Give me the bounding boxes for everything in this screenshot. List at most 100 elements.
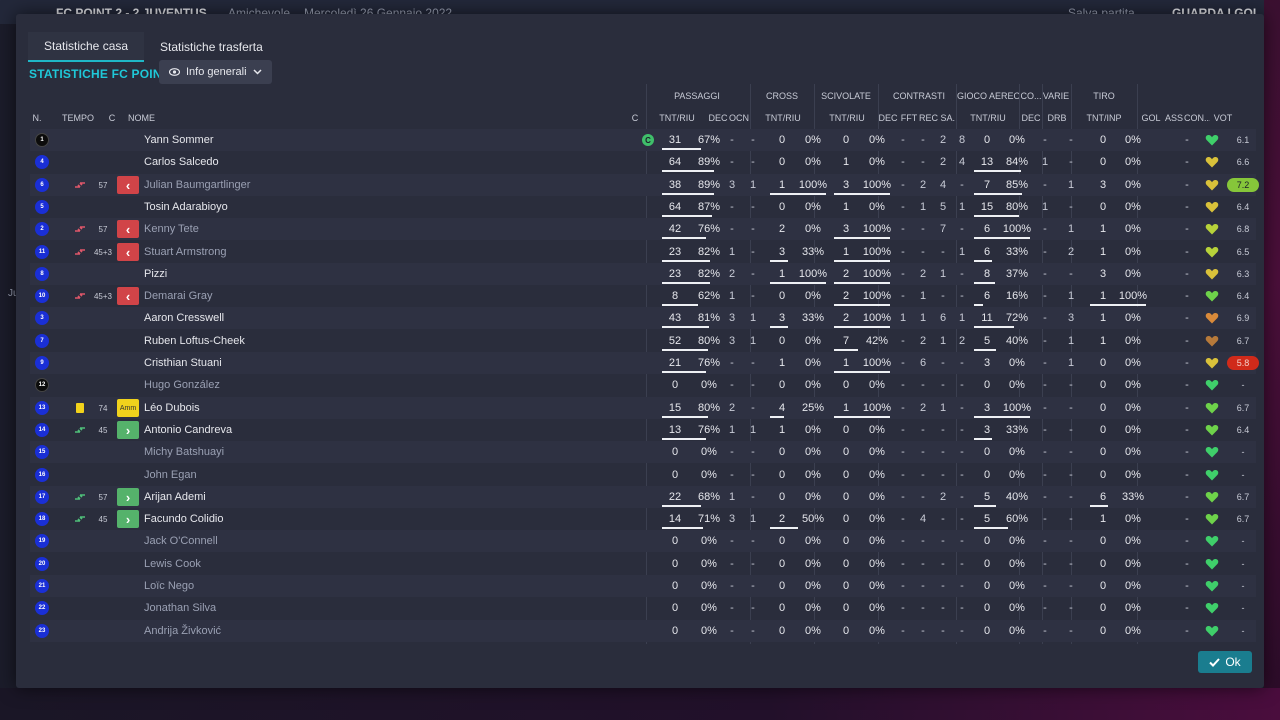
table-row[interactable]: 15 Michy Batshuayi 0 0% - - 0 0% 0 0% - - - - 0 0% - - 0 0%… (30, 441, 1256, 463)
player-name[interactable]: Facundo Colidio (144, 508, 324, 530)
player-name[interactable]: Aaron Cresswell (144, 307, 324, 329)
player-name[interactable]: Ruben Loftus-Cheek (144, 330, 324, 352)
table-row[interactable]: 2 57 ‹ Kenny Tete 42 76% - -2 0% 3 100% - -7-6 100% -1… (30, 218, 1256, 240)
player-name[interactable]: Arijan Ademi (144, 486, 324, 508)
dribbles: 1 (1067, 335, 1075, 347)
contrasti-stat: 2 (939, 491, 947, 503)
contrasti-stat: - (941, 535, 945, 547)
co-decisive: - (1043, 134, 1047, 146)
player-name[interactable]: Cristhian Stuani (144, 352, 324, 374)
table-row[interactable]: 10 45+3 ‹ Demarai Gray 8 62% 1-0 0% 2 100% -1- -6 16… (30, 285, 1256, 307)
condition-heart-icon (1205, 179, 1219, 191)
tab-away-stats[interactable]: Statistiche trasferta (144, 32, 279, 62)
player-name[interactable]: Demarai Gray (144, 285, 324, 307)
player-name[interactable]: Tosin Adarabioyo (144, 196, 324, 218)
player-name[interactable]: Loïc Nego (144, 575, 324, 597)
chances-created: 1 (749, 424, 757, 436)
contrasti-stat: - (901, 179, 905, 191)
goals (1158, 374, 1172, 396)
table-row[interactable]: 20 Lewis Cook 0 0% - - 0 0% 0 0% - - - - 0 0% - - 0 0% - - (30, 553, 1256, 575)
contrasti-stat: 8 (958, 134, 966, 146)
contrasti-stat: - (941, 357, 945, 369)
dribbles: - (1069, 625, 1073, 637)
table-row[interactable]: 4 Carlos Salcedo 64 89% - -0 0% 1 0% - -2 4 13 84% 1-0… (30, 151, 1256, 173)
player-name[interactable]: Antonio Candreva (144, 419, 324, 441)
shots-attempted: 0 (1099, 357, 1107, 369)
table-row[interactable]: 9 Cristhian Stuani 21 76% - -1 0% 1 100% -6- -3 0% -… (30, 352, 1259, 374)
player-name[interactable]: Kenny Tete (144, 218, 324, 240)
contrasti-stat: - (960, 357, 964, 369)
player-name[interactable]: Hugo González (144, 374, 324, 396)
shots-attempted: 0 (1099, 402, 1107, 414)
table-row[interactable]: 23 Andrija Živković 0 0% - - 0 0% 0 0% - - - - 0 0% - - 0 0… (30, 620, 1256, 642)
dribbles: - (1069, 580, 1073, 592)
table-row[interactable]: 11 45+3 ‹ Stuart Armstrong 23 82% 1-3 33% 1 100% -… (30, 241, 1256, 263)
table-row[interactable]: 13 74 Amm Léo Dubois 15 80% 2-4 25% 1 100% -2 1-3 10… (30, 397, 1256, 419)
shots-attempted: 0 (1099, 446, 1107, 458)
tackles-won-pct: 0% (869, 602, 885, 614)
crosses-attempted: 1 (778, 424, 786, 436)
shots-on-target-pct: 0% (1125, 446, 1141, 458)
co-decisive: - (1043, 580, 1047, 592)
table-row[interactable]: 12 Hugo González 0 0% - - 0 0% 0 0% - - - - 0 0% - - 0 0% - - (30, 374, 1256, 396)
table-row[interactable]: 14 45 › Antonio Candreva 13 76% 1 1 1 0% 0 0% - - - -3 3… (30, 419, 1256, 441)
table-row[interactable]: 22 Jonathan Silva 0 0% - - 0 0% 0 0% - - - - 0 0% - - 0 0% -… (30, 597, 1256, 619)
headers-won-pct: 37% (1005, 268, 1029, 280)
table-row[interactable]: 16 John Egan 0 0% - - 0 0% 0 0% - - - - 0 0% - - 0 0% - - (30, 464, 1256, 486)
crosses-completed-pct: 0% (805, 223, 821, 235)
shots-on-target-pct: 0% (1125, 558, 1141, 570)
player-name[interactable]: Stuart Armstrong (144, 241, 324, 263)
player-name[interactable]: Andrija Živković (144, 620, 324, 642)
table-row[interactable]: 19 Jack O'Connell 0 0% - - 0 0% 0 0% - - - - 0 0% - - 0 0% -… (30, 530, 1256, 552)
headers-bar (974, 527, 1008, 529)
player-name[interactable]: Jack O'Connell (144, 530, 324, 552)
key-passes: - (730, 379, 734, 391)
table-row[interactable]: 21 Loïc Nego 0 0% - - 0 0% 0 0% - - - - 0 0% - - 0 0% - - (30, 575, 1256, 597)
player-name[interactable]: Jonathan Silva (144, 597, 324, 619)
player-name[interactable]: Léo Dubois (144, 397, 324, 419)
dribbles: 2 (1067, 246, 1075, 258)
contrasti-stat: - (960, 625, 964, 637)
shots-on-target-pct: 0% (1125, 156, 1141, 168)
shots-attempted: 1 (1099, 335, 1107, 347)
table-row[interactable]: 1 Yann Sommer C 31 67% - -0 0% 0 0% - -2 8 0 0% - -0 0% -6… (30, 129, 1256, 151)
header-cross-tnt: TNT/RIU (765, 113, 801, 123)
info-dropdown[interactable]: Info generali (159, 60, 272, 84)
stats-dialog: Statistiche casa Statistiche trasferta S… (16, 14, 1264, 688)
table-row[interactable]: 3 Aaron Cresswell 43 81% 3 1 3 33% 2 100% 1 1 6 1 11 72… (30, 307, 1256, 329)
tab-home-stats[interactable]: Statistiche casa (28, 32, 145, 62)
headers-won-pct: 33% (1005, 424, 1029, 436)
headers-bar (974, 282, 995, 284)
tackles-attempted: 0 (842, 379, 850, 391)
table-row[interactable]: 18 45 › Facundo Colidio 14 71% 3 1 2 50% 0 0% -4- -5 6… (30, 508, 1256, 530)
header-number: N. (32, 113, 42, 123)
goals (1158, 218, 1172, 240)
match-rating: - (1241, 581, 1245, 591)
table-row[interactable]: 6 57 ‹ Julian Baumgartlinger 38 89% 3 1 1 100% 3 10… (30, 174, 1259, 196)
crosses-completed-pct: 0% (805, 446, 821, 458)
ok-button[interactable]: Ok (1198, 651, 1252, 673)
goals (1158, 575, 1172, 597)
contrasti-stat: 2 (919, 402, 927, 414)
headers-attempted: 3 (983, 357, 991, 369)
tackles-won-pct: 0% (869, 491, 885, 503)
player-name[interactable]: Pizzi (144, 263, 324, 285)
headers-bar (974, 193, 1022, 195)
shirt-number-icon: 12 (35, 378, 49, 392)
contrasti-stat: - (941, 379, 945, 391)
player-name[interactable]: Michy Batshuayi (144, 441, 324, 463)
player-name[interactable]: John Egan (144, 464, 324, 486)
header-fft: FFT (900, 113, 918, 123)
table-row[interactable]: 5 Tosin Adarabioyo 64 87% - -0 0% 1 0% -1 5 1 15 80% 1… (30, 196, 1256, 218)
shots-attempted: 0 (1099, 602, 1107, 614)
player-name[interactable]: Julian Baumgartlinger (144, 174, 324, 196)
contrasti-stat: 4 (939, 179, 947, 191)
table-row[interactable]: 8 Pizzi 23 82% 2-1 100% 2 100% -2 1-8 37% - -3 0% -6.3 (30, 263, 1256, 285)
table-row[interactable]: 17 57 › Arijan Ademi 22 68% 1-0 0% 0 0% - -2-5 40% - -… (30, 486, 1256, 508)
dribbles: - (1069, 491, 1073, 503)
assists: - (1185, 535, 1189, 547)
player-name[interactable]: Yann Sommer (144, 129, 324, 151)
player-name[interactable]: Lewis Cook (144, 553, 324, 575)
table-row[interactable]: 7 Ruben Loftus-Cheek 52 80% 3 1 0 0% 7 42% -2 1 2 5 40… (30, 330, 1256, 352)
player-name[interactable]: Carlos Salcedo (144, 151, 324, 173)
